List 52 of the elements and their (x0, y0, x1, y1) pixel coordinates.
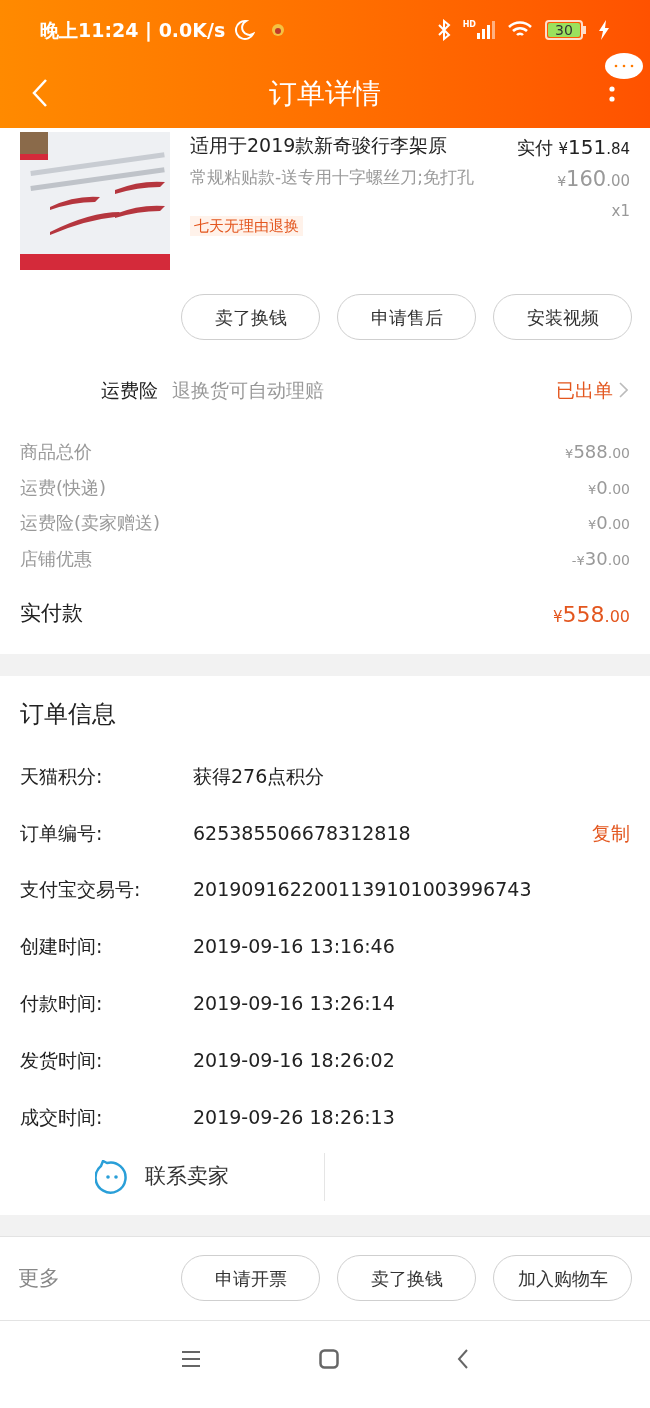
status-time: 晚上11:24 | 0.0K/s (40, 17, 226, 44)
section-title: 订单信息 (20, 699, 117, 730)
info-label: 天猫积分: (20, 763, 104, 789)
sku-text: 常规粘贴款-送专用十字螺丝刀;免打孔 (190, 166, 475, 189)
copy-link[interactable]: 复制 (592, 818, 630, 848)
paid-price: 实付 ¥151.84 (516, 134, 630, 161)
info-label: 付款时间: (20, 990, 104, 1016)
chevron-icon (619, 382, 628, 398)
price-line-label: 商品总价 (20, 440, 92, 465)
page-title: 订单详情 (269, 76, 381, 112)
insurance-status-link[interactable]: 已出单 (556, 375, 628, 405)
info-label: 支付宝交易号: (20, 877, 142, 903)
info-value: 625385506678312818 (193, 820, 411, 846)
info-label: 成交时间: (20, 1104, 104, 1130)
charging-icon (598, 20, 610, 40)
menu-icon[interactable] (181, 1350, 201, 1369)
price-line-amount: ¥0.00 (588, 475, 630, 500)
info-label: 订单编号: (20, 820, 104, 846)
price-line-label: 运费险(卖家赠送) (20, 511, 161, 536)
total-label: 实付款 (20, 600, 83, 628)
contact-seller-button[interactable]: 联系卖家 (145, 1161, 229, 1193)
info-value: 获得276点积分 (193, 763, 325, 789)
bluetooth-icon (436, 19, 451, 41)
total-amount: ¥558.00 (553, 600, 630, 629)
chat-face-icon (95, 1159, 129, 1194)
info-value: 2019-09-16 18:26:02 (193, 1047, 395, 1073)
original-price: ¥160.00 (557, 166, 630, 193)
insurance-label: 运费险 (101, 377, 158, 403)
info-label: 创建时间: (20, 934, 104, 960)
info-value: 2019091622001139101003996743 (193, 877, 532, 903)
info-value: 2019-09-26 18:26:13 (193, 1104, 395, 1130)
info-value: 2019-09-16 13:16:46 (193, 934, 395, 960)
price-line-amount: -¥30.00 (571, 546, 630, 571)
return-tag: 七天无理由退换 (190, 216, 303, 236)
price-line-amount: ¥0.00 (588, 511, 630, 536)
price-line-label: 运费(快递) (20, 475, 107, 500)
home-icon[interactable] (319, 1349, 339, 1370)
moon-icon (233, 19, 256, 41)
price-line-label: 店铺优惠 (20, 546, 92, 571)
back-icon[interactable] (457, 1348, 469, 1371)
quantity: x1 (611, 200, 630, 222)
message-icon[interactable] (604, 52, 644, 82)
more-icon[interactable] (609, 86, 615, 102)
signal-label: HD (462, 21, 476, 29)
info-label: 发货时间: (20, 1047, 104, 1073)
info-value: 2019-09-16 13:26:14 (193, 990, 395, 1016)
more-label: 更多 (18, 1264, 60, 1292)
insurance-description: 退换货可自动理赔 (172, 377, 324, 403)
product-title[interactable]: 适用于2019款新奇骏行李架原 (190, 132, 448, 158)
price-line-amount: ¥588.00 (565, 440, 630, 465)
battery-icon: 30 (545, 20, 586, 40)
signal-icon (477, 21, 495, 39)
